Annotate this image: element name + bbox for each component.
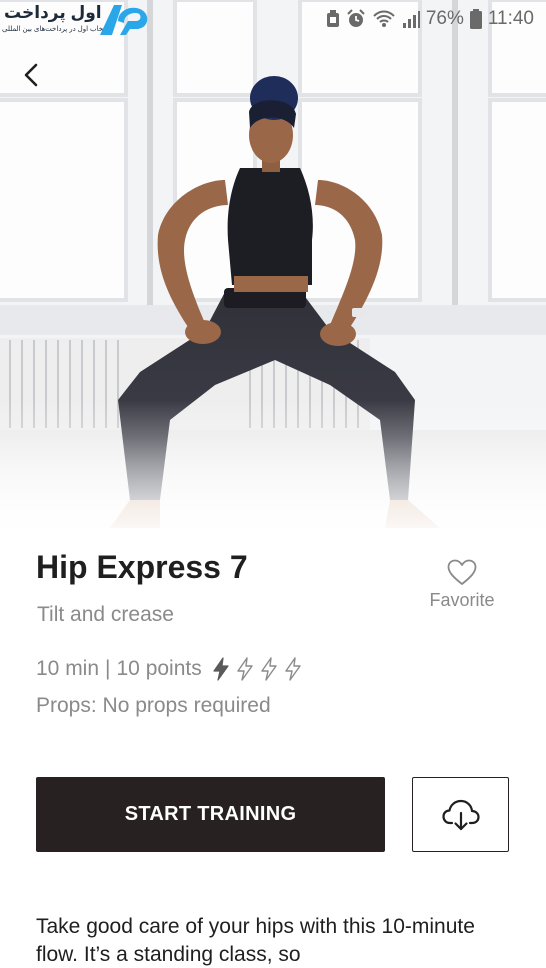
meta-separator: | [105,657,111,680]
clock: 11:40 [487,8,534,29]
status-bar: اول پرداخت انتخاب اول در پرداخت‌های بین … [0,0,546,38]
intensity-rating [212,657,302,681]
class-subtitle: Tilt and crease [37,603,174,626]
class-description: Take good care of your hips with this 10… [36,915,475,966]
favorite-button[interactable]: Favorite [414,559,510,611]
duration: 10 min [36,657,100,680]
class-meta: 10 min | 10 points [36,657,302,681]
watermark-logo: اول پرداخت انتخاب اول در پرداخت‌های بین … [0,0,160,38]
start-training-button[interactable]: START TRAINING [36,777,385,852]
battery-icon [469,9,482,29]
watermark-title: اول پرداخت [4,3,102,22]
download-button[interactable] [412,777,509,852]
points: 10 points [116,657,202,680]
chevron-left-icon [24,63,38,87]
heart-icon [447,559,477,585]
battery-percent: 76% [425,8,464,29]
bolt-outline-icon [261,657,277,681]
props-info: Props: No props required [36,694,271,717]
battery-saver-icon [326,10,339,27]
favorite-label: Favorite [429,590,495,610]
bolt-outline-icon [285,657,301,681]
bolt-outline-icon [237,657,253,681]
back-button[interactable] [14,58,48,92]
bolt-filled-icon [213,657,229,681]
watermark-subtitle: انتخاب اول در پرداخت‌های بین المللی [2,26,110,33]
alarm-icon [347,9,365,27]
start-training-label: START TRAINING [124,803,297,825]
signal-icon [402,11,420,28]
cloud-download-icon [441,799,480,830]
class-detail-screen: اول پرداخت انتخاب اول در پرداخت‌های بین … [0,0,546,968]
class-title: Hip Express 7 [36,549,248,585]
hero-image [0,0,546,545]
brand-logo-icon [100,5,148,35]
status-icons: 76% 11:40 [326,7,534,31]
wifi-icon [373,10,395,27]
